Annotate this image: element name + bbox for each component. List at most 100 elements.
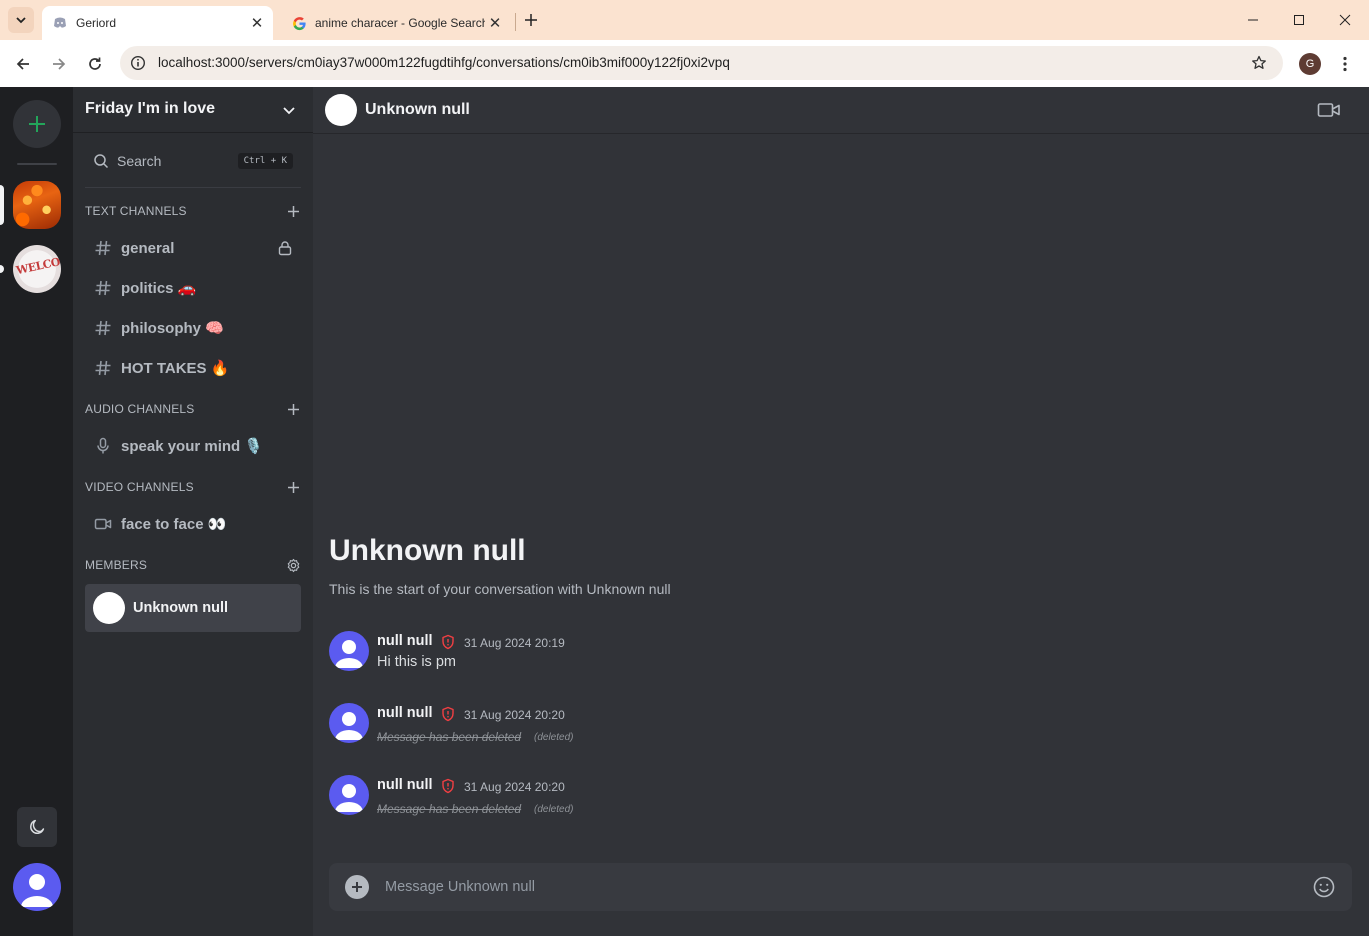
attach-file-button[interactable] [345,875,369,899]
message: null null 31 Aug 2024 20:20 Message has … [329,703,1229,747]
message-author[interactable]: null null [377,633,433,649]
server-image-art: WELCOME [15,251,61,278]
avatar [93,592,125,624]
section-label: TEXT CHANNELS [85,204,187,218]
message-author[interactable]: null null [377,777,433,793]
arrow-right-icon [53,58,66,70]
new-tab-button[interactable] [520,9,542,31]
emoji-picker-button[interactable] [1312,875,1336,899]
close-tab-icon[interactable]: ✕ [485,13,505,33]
video-icon [93,514,113,534]
unread-server-indicator [0,265,4,273]
channel-speak-your-mind[interactable]: speak your mind 🎙️ [85,429,301,463]
conversation-panel: Unknown null Unknown null This is the st… [313,87,1369,936]
message: null null 31 Aug 2024 20:19 Hi this is p… [329,631,1229,675]
welcome-title: Unknown null [329,534,526,567]
minimize-icon [1248,19,1258,21]
url-text[interactable]: localhost:3000/servers/cm0iay37w000m122f… [158,55,730,70]
message-composer [329,863,1352,911]
theme-toggle-button[interactable] [17,807,57,847]
channel-name: HOT TAKES 🔥 [121,360,230,377]
bookmark-star-icon[interactable] [1249,53,1269,73]
conversation-header: Unknown null [313,87,1369,134]
channel-hot-takes[interactable]: HOT TAKES 🔥 [85,351,301,385]
server-icon-welcome[interactable]: WELCOME [13,245,61,293]
tab-search-button[interactable] [8,7,34,33]
server-icon-friday[interactable] [13,181,61,229]
channel-name: philosophy 🧠 [121,320,224,337]
address-bar[interactable]: localhost:3000/servers/cm0iay37w000m122f… [120,46,1283,80]
tab-separator [515,13,516,31]
lock-icon [278,241,292,256]
deleted-tag: (deleted) [534,804,574,815]
microphone-icon [93,436,113,456]
server-rail: WELCOME [0,87,73,936]
rail-divider [17,163,57,165]
maximize-button[interactable] [1276,0,1322,40]
tab-title: Geriord [76,16,117,30]
add-audio-channel-button[interactable] [285,401,301,417]
member-item[interactable]: Unknown null [85,584,301,632]
add-video-channel-button[interactable] [285,479,301,495]
close-icon [1339,14,1351,26]
message-text: Hi this is pm [377,654,456,670]
tab-geriord[interactable]: Geriord ✕ [42,6,273,40]
forward-button[interactable] [45,50,73,78]
user-icon [335,784,363,812]
close-window-button[interactable] [1322,0,1368,40]
browser-chrome: Geriord ✕ anime characer - Google Search… [0,0,1369,87]
browser-menu-button[interactable] [1335,52,1355,76]
conversation-title: Unknown null [365,101,470,118]
message-input[interactable] [385,877,1285,897]
chevron-down-icon[interactable] [279,100,299,120]
gear-icon [287,558,299,572]
hash-icon [93,278,113,298]
active-server-indicator [0,185,4,225]
back-button[interactable] [9,50,37,78]
message-timestamp: 31 Aug 2024 20:19 [464,636,565,650]
server-header[interactable]: Friday I'm in love [73,87,313,133]
avatar[interactable] [329,775,369,815]
arrow-left-icon [16,58,29,70]
hash-icon [93,238,113,258]
avatar[interactable] [329,703,369,743]
close-tab-icon[interactable]: ✕ [247,13,267,33]
channel-name: speak your mind 🎙️ [121,438,264,455]
tab-google-search[interactable]: anime characer - Google Search ✕ [281,6,511,40]
reload-button[interactable] [81,50,109,78]
avatar[interactable] [329,631,369,671]
avatar [325,94,357,126]
channel-philosophy[interactable]: philosophy 🧠 [85,311,301,345]
google-favicon-icon [291,15,307,31]
channel-general[interactable]: general [85,231,301,265]
smile-icon [1313,876,1335,898]
channel-politics[interactable]: politics 🚗 [85,271,301,305]
channel-face-to-face[interactable]: face to face 👀 [85,507,301,541]
user-icon [21,874,53,907]
video-icon [1317,103,1340,117]
search-label: Search [117,153,162,169]
hash-icon [93,358,113,378]
search-icon [94,154,109,169]
site-info-icon[interactable] [128,53,148,73]
search-shortcut: Ctrl + K [237,153,293,169]
profile-avatar[interactable]: G [1299,53,1321,75]
video-call-button[interactable] [1317,99,1341,121]
message-author[interactable]: null null [377,705,433,721]
section-video-channels: VIDEO CHANNELS [85,477,301,497]
browser-toolbar: localhost:3000/servers/cm0iay37w000m122f… [0,40,1369,87]
message-deleted-text: Message has been deleted [377,730,522,744]
server-search-button[interactable]: Search Ctrl + K [85,146,301,176]
plus-icon [29,116,45,132]
add-text-channel-button[interactable] [285,203,301,219]
manage-members-button[interactable] [285,557,301,573]
user-avatar[interactable] [13,863,61,911]
add-server-button[interactable] [13,100,61,148]
message-timestamp: 31 Aug 2024 20:20 [464,780,565,794]
section-label: MEMBERS [85,558,148,572]
member-name: Unknown null [133,600,229,616]
plus-icon [287,403,299,415]
plus-icon [352,882,362,892]
plus-icon [525,14,537,26]
minimize-button[interactable] [1230,0,1276,40]
